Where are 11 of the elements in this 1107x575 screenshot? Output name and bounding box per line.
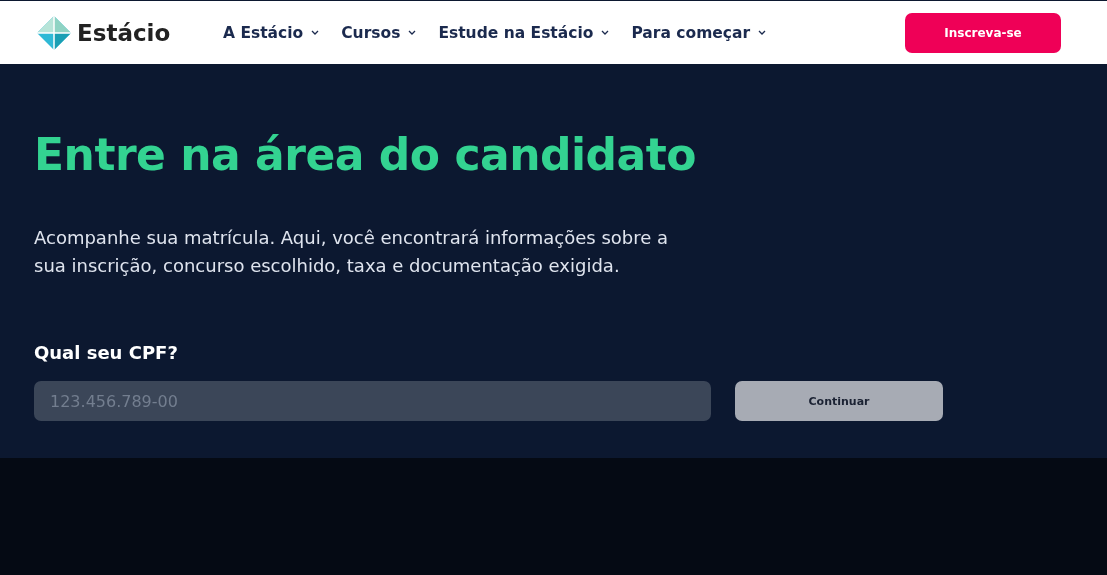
- logo-text[interactable]: Estácio: [77, 19, 171, 46]
- field-label: Qual seu CPF?: [34, 342, 179, 363]
- nav-link[interactable]: Para começar: [631, 23, 767, 42]
- nav-link[interactable]: A Estácio: [223, 23, 320, 42]
- logo-icon: [36, 14, 72, 51]
- nav-link[interactable]: Cursos: [341, 23, 417, 42]
- description: Acompanhe sua matrícula. Aqui, você encontrará informações sobre a sua inscrição, concurso escolhido, taxa e documentação exigida.: [34, 226, 670, 278]
- cpf-input-field[interactable]: 123.456.789-00: [34, 381, 711, 421]
- nav-link[interactable]: Estude na Estácio: [438, 23, 610, 42]
- signup-button[interactable]: Inscreva-se: [905, 12, 1061, 53]
- page-title: Entre na área do candidato: [34, 129, 698, 180]
